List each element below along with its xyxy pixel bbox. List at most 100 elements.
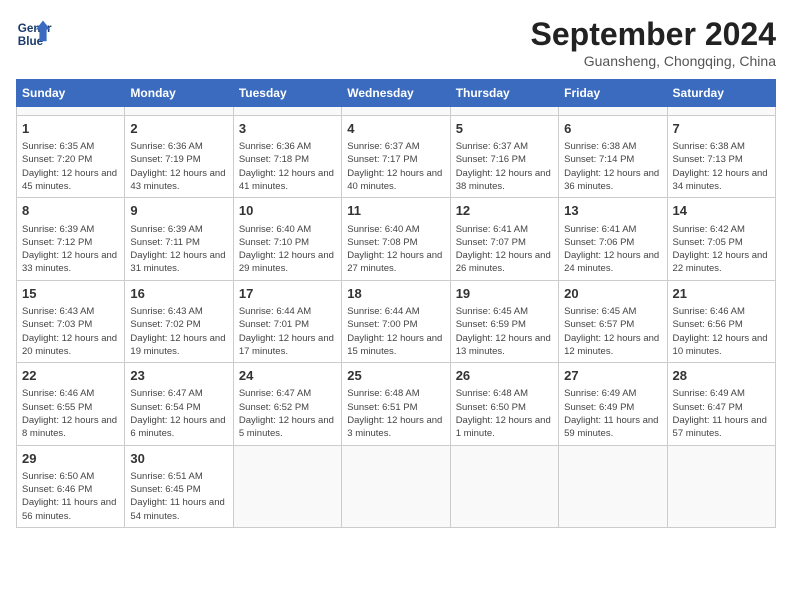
day-number: 25 (347, 367, 444, 385)
day-number: 7 (673, 120, 770, 138)
title-area: September 2024 Guansheng, Chongqing, Chi… (531, 16, 776, 69)
day-info: Sunrise: 6:37 AMSunset: 7:16 PMDaylight:… (456, 140, 553, 193)
day-info: Sunrise: 6:49 AMSunset: 6:49 PMDaylight:… (564, 387, 661, 440)
day-number: 27 (564, 367, 661, 385)
day-number: 15 (22, 285, 119, 303)
calendar-body: 1 Sunrise: 6:35 AMSunset: 7:20 PMDaylight… (17, 107, 776, 528)
calendar-cell (450, 107, 558, 116)
col-wednesday: Wednesday (342, 80, 450, 107)
calendar-cell: 17Sunrise: 6:44 AMSunset: 7:01 PMDayligh… (233, 280, 341, 362)
day-number: 13 (564, 202, 661, 220)
day-info: Sunrise: 6:38 AMSunset: 7:14 PMDaylight:… (564, 140, 661, 193)
calendar-cell (667, 107, 775, 116)
day-info: Sunrise: 6:46 AMSunset: 6:56 PMDaylight:… (673, 305, 770, 358)
day-info: Sunrise: 6:38 AMSunset: 7:13 PMDaylight:… (673, 140, 770, 193)
day-number: 3 (239, 120, 336, 138)
day-info: Sunrise: 6:48 AMSunset: 6:50 PMDaylight:… (456, 387, 553, 440)
header-row: Sunday Monday Tuesday Wednesday Thursday… (17, 80, 776, 107)
calendar-table: Sunday Monday Tuesday Wednesday Thursday… (16, 79, 776, 528)
col-saturday: Saturday (667, 80, 775, 107)
calendar-cell (125, 107, 233, 116)
day-number: 19 (456, 285, 553, 303)
calendar-cell: 28 Sunrise: 6:49 AMSunset: 6:47 PMDayligh… (667, 363, 775, 445)
calendar-row (17, 107, 776, 116)
calendar-cell: 3Sunrise: 6:36 AMSunset: 7:18 PMDaylight… (233, 116, 341, 198)
calendar-cell: 13Sunrise: 6:41 AMSunset: 7:06 PMDayligh… (559, 198, 667, 280)
calendar-cell: 1 Sunrise: 6:35 AMSunset: 7:20 PMDaylight… (17, 116, 125, 198)
calendar-cell: 5 Sunrise: 6:37 AMSunset: 7:16 PMDaylight… (450, 116, 558, 198)
day-number: 30 (130, 450, 227, 468)
day-number: 2 (130, 120, 227, 138)
calendar-cell: 30 Sunrise: 6:51 AMSunset: 6:45 PMDayligh… (125, 445, 233, 527)
calendar-row: 8Sunrise: 6:39 AMSunset: 7:12 PMDaylight… (17, 198, 776, 280)
calendar-cell (559, 445, 667, 527)
calendar-cell: 11 Sunrise: 6:40 AMSunset: 7:08 PMDayligh… (342, 198, 450, 280)
day-info: Sunrise: 6:45 AMSunset: 6:59 PMDaylight:… (456, 305, 553, 358)
day-number: 12 (456, 202, 553, 220)
day-number: 26 (456, 367, 553, 385)
calendar-cell (342, 107, 450, 116)
calendar-cell: 29Sunrise: 6:50 AMSunset: 6:46 PMDayligh… (17, 445, 125, 527)
day-info: Sunrise: 6:35 AMSunset: 7:20 PMDaylight:… (22, 140, 119, 193)
day-info: Sunrise: 6:45 AMSunset: 6:57 PMDaylight:… (564, 305, 661, 358)
calendar-row: 15 Sunrise: 6:43 AMSunset: 7:03 PMDayligh… (17, 280, 776, 362)
calendar-cell: 2Sunrise: 6:36 AMSunset: 7:19 PMDaylight… (125, 116, 233, 198)
day-number: 6 (564, 120, 661, 138)
day-number: 23 (130, 367, 227, 385)
day-number: 28 (673, 367, 770, 385)
day-info: Sunrise: 6:44 AMSunset: 7:00 PMDaylight:… (347, 305, 444, 358)
day-info: Sunrise: 6:43 AMSunset: 7:02 PMDaylight:… (130, 305, 227, 358)
calendar-cell (342, 445, 450, 527)
calendar-row: 29Sunrise: 6:50 AMSunset: 6:46 PMDayligh… (17, 445, 776, 527)
calendar-cell (233, 107, 341, 116)
calendar-cell: 25 Sunrise: 6:48 AMSunset: 6:51 PMDayligh… (342, 363, 450, 445)
calendar-cell: 21 Sunrise: 6:46 AMSunset: 6:56 PMDayligh… (667, 280, 775, 362)
day-number: 24 (239, 367, 336, 385)
day-info: Sunrise: 6:39 AMSunset: 7:11 PMDaylight:… (130, 223, 227, 276)
calendar-cell: 9 Sunrise: 6:39 AMSunset: 7:11 PMDaylight… (125, 198, 233, 280)
calendar-cell: 14 Sunrise: 6:42 AMSunset: 7:05 PMDayligh… (667, 198, 775, 280)
day-number: 5 (456, 120, 553, 138)
calendar-cell: 26 Sunrise: 6:48 AMSunset: 6:50 PMDayligh… (450, 363, 558, 445)
day-number: 9 (130, 202, 227, 220)
calendar-cell: 16 Sunrise: 6:43 AMSunset: 7:02 PMDayligh… (125, 280, 233, 362)
day-number: 14 (673, 202, 770, 220)
day-number: 11 (347, 202, 444, 220)
calendar-cell: 22Sunrise: 6:46 AMSunset: 6:55 PMDayligh… (17, 363, 125, 445)
day-info: Sunrise: 6:47 AMSunset: 6:52 PMDaylight:… (239, 387, 336, 440)
day-info: Sunrise: 6:47 AMSunset: 6:54 PMDaylight:… (130, 387, 227, 440)
day-number: 16 (130, 285, 227, 303)
day-info: Sunrise: 6:37 AMSunset: 7:17 PMDaylight:… (347, 140, 444, 193)
day-number: 21 (673, 285, 770, 303)
col-tuesday: Tuesday (233, 80, 341, 107)
month-title: September 2024 (531, 16, 776, 53)
calendar-cell: 12 Sunrise: 6:41 AMSunset: 7:07 PMDayligh… (450, 198, 558, 280)
day-info: Sunrise: 6:41 AMSunset: 7:07 PMDaylight:… (456, 223, 553, 276)
day-info: Sunrise: 6:42 AMSunset: 7:05 PMDaylight:… (673, 223, 770, 276)
day-number: 17 (239, 285, 336, 303)
calendar-header: Sunday Monday Tuesday Wednesday Thursday… (17, 80, 776, 107)
day-number: 4 (347, 120, 444, 138)
calendar-cell: 20 Sunrise: 6:45 AMSunset: 6:57 PMDayligh… (559, 280, 667, 362)
calendar-cell: 27 Sunrise: 6:49 AMSunset: 6:49 PMDayligh… (559, 363, 667, 445)
col-sunday: Sunday (17, 80, 125, 107)
day-info: Sunrise: 6:49 AMSunset: 6:47 PMDaylight:… (673, 387, 770, 440)
header: General Blue September 2024 Guansheng, C… (16, 16, 776, 69)
day-number: 1 (22, 120, 119, 138)
col-thursday: Thursday (450, 80, 558, 107)
day-info: Sunrise: 6:43 AMSunset: 7:03 PMDaylight:… (22, 305, 119, 358)
day-info: Sunrise: 6:48 AMSunset: 6:51 PMDaylight:… (347, 387, 444, 440)
calendar-cell: 6 Sunrise: 6:38 AMSunset: 7:14 PMDaylight… (559, 116, 667, 198)
day-number: 20 (564, 285, 661, 303)
calendar-cell: 8Sunrise: 6:39 AMSunset: 7:12 PMDaylight… (17, 198, 125, 280)
calendar-cell (17, 107, 125, 116)
day-info: Sunrise: 6:40 AMSunset: 7:10 PMDaylight:… (239, 223, 336, 276)
day-info: Sunrise: 6:40 AMSunset: 7:08 PMDaylight:… (347, 223, 444, 276)
calendar-cell: 24 Sunrise: 6:47 AMSunset: 6:52 PMDayligh… (233, 363, 341, 445)
calendar-cell: 7 Sunrise: 6:38 AMSunset: 7:13 PMDaylight… (667, 116, 775, 198)
day-info: Sunrise: 6:50 AMSunset: 6:46 PMDaylight:… (22, 470, 119, 523)
calendar-cell: 19 Sunrise: 6:45 AMSunset: 6:59 PMDayligh… (450, 280, 558, 362)
calendar-cell: 4 Sunrise: 6:37 AMSunset: 7:17 PMDaylight… (342, 116, 450, 198)
logo-icon: General Blue (16, 16, 52, 52)
day-info: Sunrise: 6:51 AMSunset: 6:45 PMDaylight:… (130, 470, 227, 523)
